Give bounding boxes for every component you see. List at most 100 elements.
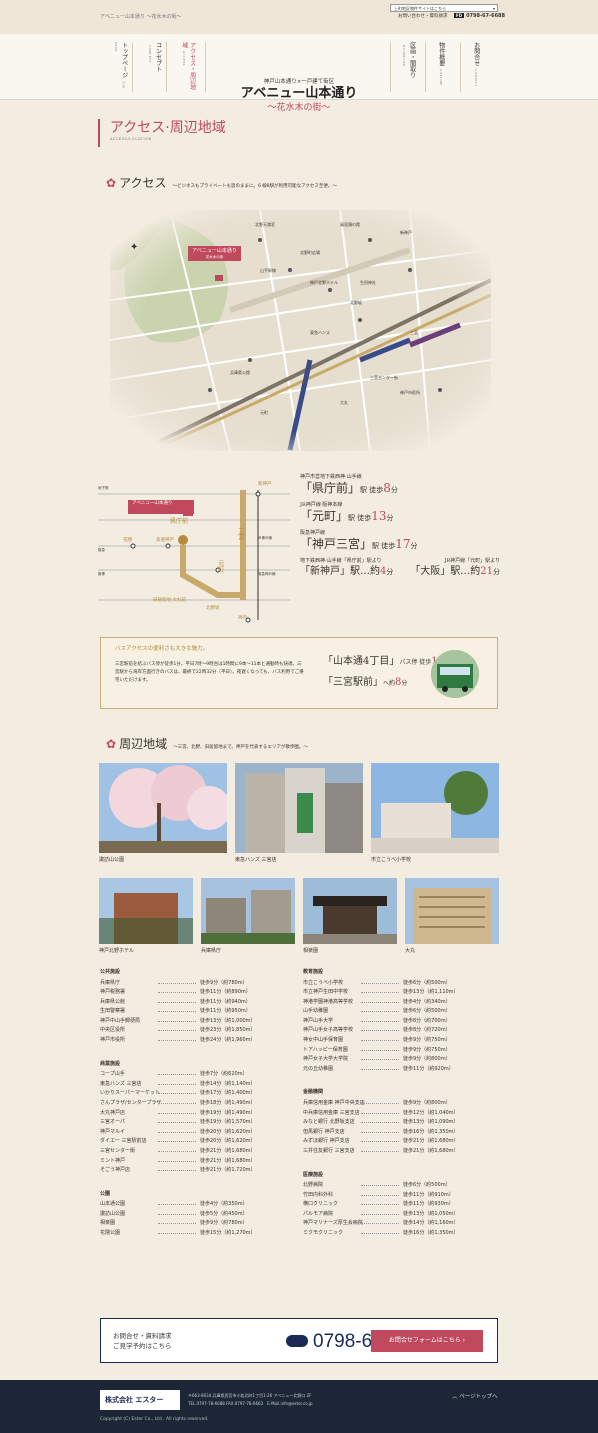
dotted-leader — [158, 1223, 196, 1225]
route-diagram-svg — [98, 490, 290, 623]
site-select[interactable]: 上町地区物件サイトはこちら — [390, 4, 498, 12]
facility-row: 中兵庫信用金庫 三宮支店 徒歩12分（約1,040m） — [303, 1110, 493, 1120]
dotted-leader — [158, 1160, 196, 1162]
access-far-row: 「新神戸」駅…約4分 「大阪」駅…約21分 — [300, 565, 500, 578]
map-label: 山手幹線 — [260, 268, 276, 273]
facility-row: 三井住友銀行 三宮支店 徒歩21分（約1,680m） — [303, 1148, 493, 1158]
access-station-row: 「神戸三宮」駅 徒歩17分 — [300, 537, 500, 553]
page-title-en: ACCESS/LOCATION — [110, 137, 152, 142]
facility-row: 神戸山手女子高等学校 徒歩8分（約720m） — [303, 1027, 493, 1037]
far-item: 「新神戸」駅…約4分 — [300, 565, 393, 578]
facility-row: 兵庫信用金庫 神戸中央支店 徒歩9分（約800m） — [303, 1100, 493, 1110]
nav-sublabel: CONTACT — [473, 69, 478, 87]
route-line-label: JR神戸線 — [258, 536, 272, 540]
facility-name: 神戸山手大学 — [303, 1017, 334, 1024]
access-unit: 分 — [386, 513, 394, 522]
facility-row: 三宮オーパ 徒歩19分（約1,570m） — [100, 1119, 290, 1129]
facility-name: 竹田内科外科 — [303, 1191, 334, 1198]
nav-divider — [425, 42, 426, 92]
bus-stop-name: 「山本通4丁目」 — [323, 656, 400, 667]
dotted-leader — [158, 1150, 196, 1152]
cta-text: お問合せ・資料請求 ご見学予約はこちら — [113, 1331, 172, 1351]
facility-distance: 徒歩11分（約930m） — [403, 1201, 454, 1208]
photo-caption: 大丸 — [405, 948, 416, 954]
facility-name: 山手幼稚園 — [303, 1008, 329, 1015]
facility-distance: 徒歩9分（約800m） — [403, 1056, 451, 1063]
freedial-icon — [286, 1335, 308, 1347]
flower-icon: ✿ — [106, 176, 117, 190]
header-tel-number: 0798-67-6688 — [466, 13, 506, 19]
nav-outline[interactable]: 物件概要 OUTLINE — [437, 42, 445, 92]
dotted-leader — [158, 1213, 196, 1215]
facility-name: 相楽園 — [100, 1220, 116, 1227]
nav-contact[interactable]: お問合せ CONTACT — [472, 42, 480, 92]
photo-caption: 神戸北野ホテル — [99, 948, 135, 954]
contact-link[interactable]: お問い合わせ・資料請求 — [398, 14, 448, 20]
contact-form-button[interactable]: お問合せフォームはこちら › — [371, 1330, 483, 1352]
area-heading: ✿ 周辺地域 ～三宮、北野、旧居留地まで。神戸を代表するエリアが散歩圏。～ — [100, 737, 308, 753]
facility-name: 元の丘幼稚園 — [303, 1065, 334, 1072]
footer-logo[interactable]: 株式会社 エスター — [100, 1390, 180, 1410]
nav-sublabel: ROOMPLAN — [401, 45, 406, 67]
photo-caption: 市立こうべ小学校 — [371, 857, 412, 863]
facility-name: 神戸中山手郵便局 — [100, 1017, 141, 1024]
bus-dest-suffix: へ約 — [383, 680, 396, 687]
route-home-label: アベニュー山本通り — [132, 501, 173, 506]
facility-list-left: 公共施設 兵庫県庁 徒歩9分（約780m） 神戸税務署 徒歩11分（約890m） 兵庫県公… — [100, 969, 290, 1254]
map-label: 三宮センター街 — [370, 375, 398, 380]
facility-row: 兵庫県公館 徒歩11分（約940m） — [100, 999, 290, 1009]
facility-distance: 徒歩21分（約1,680m） — [200, 1147, 256, 1154]
dotted-leader — [361, 1102, 399, 1104]
area-heading-text: 周辺地域 — [119, 737, 168, 751]
facility-row: トアハッピー保育園 徒歩9分（約750m） — [303, 1047, 493, 1057]
dotted-leader — [361, 1020, 399, 1022]
facility-group: 商業施設 コープ山手 徒歩7分（約620m） 東急ハンズ 三宮店 徒歩14分（約1,14… — [100, 1061, 290, 1177]
facility-distance: 徒歩9分（約800m） — [403, 1099, 451, 1106]
facility-name: さんプラザ/センタープラザ — [100, 1099, 162, 1106]
page-top-link[interactable]: ︿ ページトップへ — [452, 1394, 498, 1401]
bus-dest-name: 「三宮駅前」 — [323, 677, 383, 688]
facility-name: 諏訪山公園 — [100, 1210, 126, 1217]
dotted-leader — [361, 1131, 399, 1133]
bus-unit: 分 — [401, 680, 408, 687]
facility-distance: 徒歩20分（約1,620m） — [200, 1128, 256, 1135]
facility-row: そごう神戸店 徒歩21分（約1,720m） — [100, 1167, 290, 1177]
nav-label: 区画・間取り — [408, 42, 416, 78]
facility-row: 山手幼稚園 徒歩6分（約500m） — [303, 1008, 493, 1018]
facility-row: ミクモクリニック 徒歩16分（約1,350m） — [303, 1230, 493, 1240]
dotted-leader — [158, 1131, 196, 1133]
bus-dest-row: 「三宮駅前」へ約8分 — [323, 676, 407, 689]
map-label: 兵庫県公館 — [230, 370, 250, 375]
facility-row: 元の丘幼稚園 徒歩11分（約920m） — [303, 1066, 493, 1076]
dotted-leader — [158, 1074, 196, 1076]
bus-stop-suffix: バス停 徒歩 — [399, 659, 432, 666]
area-map-svg: ✦ — [110, 210, 491, 451]
nav-divider — [460, 42, 461, 92]
facility-distance: 徒歩11分（約910m） — [403, 1191, 454, 1198]
brand-name[interactable]: アベニュー山本通り — [0, 86, 598, 103]
area-map[interactable]: ✦ アベニュー山本通り 花水木の街 北野天満宮 北野町広場 風見鶏の館 神戸北野ホ… — [110, 210, 491, 451]
svg-text:✦: ✦ — [130, 242, 138, 253]
facility-name: 横口クリニック — [303, 1201, 339, 1208]
facility-distance: 徒歩6分（約500m） — [403, 979, 451, 986]
facility-distance: 徒歩8分（約700m） — [403, 1017, 451, 1024]
nav-label: コンセプト — [154, 42, 162, 72]
nav-sublabel: OUTLINE — [438, 69, 443, 86]
facility-name: みずほ銀行 神戸支店 — [303, 1138, 350, 1145]
facility-list-right: 教育施設 市立こうべ小学校 徒歩6分（約500m） 市立神戸生田中学校 徒歩13分（約1… — [303, 969, 493, 1254]
dotted-leader — [361, 1001, 399, 1003]
facility-row: ミント神戸 徒歩21分（約1,680m） — [100, 1158, 290, 1168]
header-tel: FD 0798-67-6688 — [454, 13, 505, 20]
cta-text-line1: お問合せ・資料請求 — [113, 1332, 172, 1340]
route-station: 県庁前 — [170, 518, 189, 525]
facility-row: 山本通公園 徒歩4分（約350m） — [100, 1201, 290, 1211]
facility-distance: 徒歩11分（約890m） — [200, 989, 251, 996]
facility-distance: 徒歩13分（約1,110m） — [403, 989, 459, 996]
far-unit: 分 — [386, 567, 394, 576]
access-heading-sub: ～ビジネスもプライベートも思のままに。6 線8駅が利用可能なアクセス至便。～ — [172, 184, 337, 189]
facility-distance: 徒歩9分（約780m） — [200, 979, 248, 986]
dotted-leader — [158, 992, 196, 994]
nav-label: 物件概要 — [437, 42, 445, 66]
facility-row: 相楽園 徒歩9分（約780m） — [100, 1220, 290, 1230]
nav-roomplan[interactable]: 区画・間取りROOMPLAN — [400, 42, 416, 92]
